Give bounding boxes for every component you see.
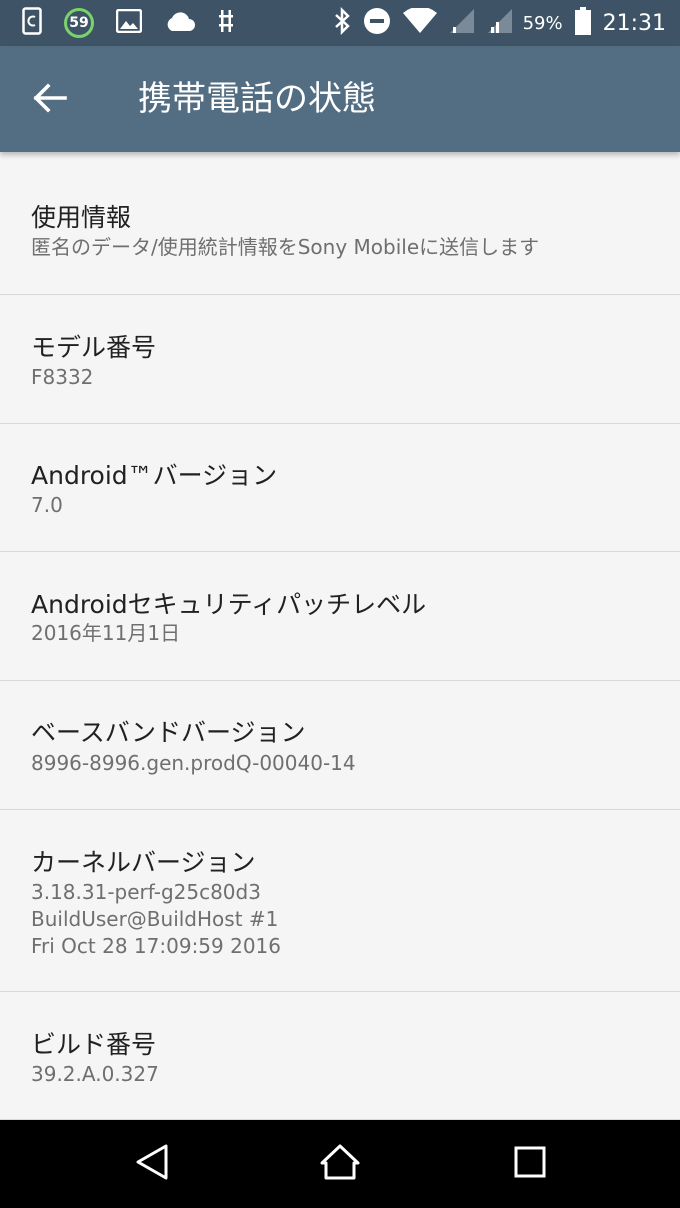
item-title: モデル番号 <box>31 333 157 362</box>
item-summary: 2016年11月1日 <box>31 620 180 647</box>
item-summary: 7.0 <box>31 492 63 519</box>
page-title: 携帯電話の状態 <box>138 79 376 119</box>
signal-icon <box>449 8 475 38</box>
bluetooth-icon <box>333 6 351 39</box>
list-item-model-number[interactable]: モデル番号 F8332 <box>0 295 680 424</box>
clock: 21:31 <box>602 10 666 36</box>
screenshot-icon <box>22 7 42 39</box>
summary-line: F8332 <box>31 365 94 389</box>
back-button[interactable] <box>22 72 78 128</box>
item-summary: F8332 <box>31 364 93 391</box>
image-icon <box>115 8 143 37</box>
list-item-security-patch-level[interactable]: Androidセキュリティパッチレベル 2016年11月1日 <box>0 552 680 681</box>
summary-line: 39.2.A.0.327 <box>31 1062 159 1086</box>
nav-back-button[interactable] <box>108 1120 196 1208</box>
item-summary: 39.2.A.0.327 <box>31 1061 159 1088</box>
summary-line: BuildUser@BuildHost #1 <box>31 907 279 931</box>
summary-line: Fri Oct 28 17:09:59 2016 <box>31 934 282 958</box>
item-title: Android™バージョン <box>31 461 278 490</box>
back-triangle-icon <box>135 1143 169 1185</box>
item-title: ビルド番号 <box>31 1030 157 1059</box>
summary-line: 2016年11月1日 <box>31 621 181 645</box>
settings-list: 使用情報 匿名のデータ/使用統計情報をSony Mobileに送信します モデル… <box>0 165 680 1120</box>
navigation-bar <box>0 1120 680 1208</box>
do-not-disturb-icon <box>363 7 391 39</box>
app-bar: 携帯電話の状態 <box>0 46 680 152</box>
item-title: ベースバンドバージョン <box>31 718 306 747</box>
arrow-back-icon <box>33 83 67 117</box>
list-item-baseband-version[interactable]: ベースバンドバージョン 8996-8996.gen.prodQ-00040-14 <box>0 681 680 810</box>
battery-percent: 59% <box>522 12 563 34</box>
summary-line: 7.0 <box>31 493 63 517</box>
home-icon <box>320 1144 360 1184</box>
recents-icon <box>514 1146 546 1182</box>
nav-home-button[interactable] <box>296 1120 384 1208</box>
item-title: Androidセキュリティパッチレベル <box>31 590 427 619</box>
notification-count-badge: 59 <box>64 8 94 38</box>
status-bar-system: 59% 21:31 <box>321 0 666 46</box>
item-summary: 匿名のデータ/使用統計情報をSony Mobileに送信します <box>31 234 539 261</box>
signal-icon <box>487 8 513 38</box>
battery-icon <box>574 7 591 39</box>
status-bar-notifications: 59 <box>22 0 256 46</box>
item-summary: 3.18.31-perf-g25c80d3 BuildUser@BuildHos… <box>31 879 281 960</box>
list-item-usage-info[interactable]: 使用情報 匿名のデータ/使用統計情報をSony Mobileに送信します <box>0 165 680 295</box>
summary-line: 8996-8996.gen.prodQ-00040-14 <box>31 751 356 775</box>
usb-debug-icon <box>218 8 234 38</box>
status-bar: 59 59% 21:31 <box>0 0 680 46</box>
item-summary: 8996-8996.gen.prodQ-00040-14 <box>31 750 356 777</box>
item-title: 使用情報 <box>31 203 132 232</box>
list-item-android-version[interactable]: Android™バージョン 7.0 <box>0 424 680 552</box>
summary-line: 3.18.31-perf-g25c80d3 <box>31 880 261 904</box>
item-title: カーネルバージョン <box>31 848 256 877</box>
wifi-icon <box>402 6 437 38</box>
list-item-build-number[interactable]: ビルド番号 39.2.A.0.327 <box>0 992 680 1120</box>
nav-recents-button[interactable] <box>486 1120 574 1208</box>
list-item-kernel-version[interactable]: カーネルバージョン 3.18.31-perf-g25c80d3 BuildUse… <box>0 810 680 992</box>
summary-line: 匿名のデータ/使用統計情報をSony Mobileに送信します <box>31 235 540 259</box>
cloud-icon <box>164 10 196 36</box>
